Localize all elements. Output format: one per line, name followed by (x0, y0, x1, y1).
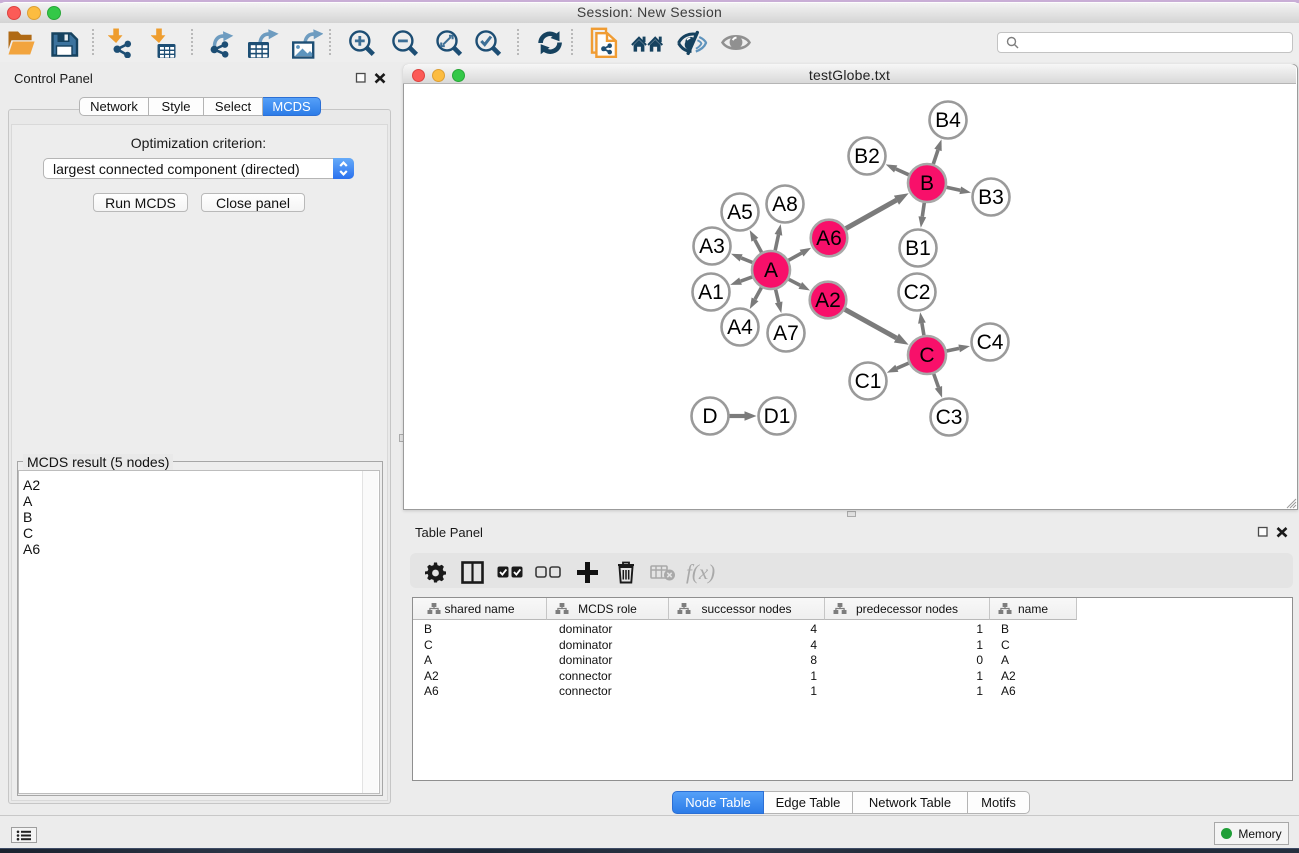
svg-text:C: C (919, 344, 934, 367)
svg-text:B2: B2 (854, 145, 880, 168)
svg-text:B: B (920, 172, 934, 195)
svg-text:B4: B4 (935, 109, 961, 132)
svg-text:A6: A6 (816, 227, 842, 250)
svg-text:B1: B1 (905, 237, 931, 260)
svg-text:A4: A4 (727, 316, 753, 339)
svg-text:A7: A7 (773, 322, 799, 345)
svg-text:A3: A3 (699, 235, 725, 258)
svg-text:B3: B3 (978, 186, 1004, 209)
svg-text:A2: A2 (815, 289, 841, 312)
svg-text:D1: D1 (764, 405, 791, 428)
svg-text:A8: A8 (772, 193, 798, 216)
svg-text:C3: C3 (936, 406, 963, 429)
svg-text:D: D (702, 405, 717, 428)
svg-text:A: A (764, 259, 778, 282)
svg-text:A5: A5 (727, 201, 753, 224)
svg-text:C2: C2 (904, 281, 931, 304)
svg-text:C4: C4 (977, 331, 1004, 354)
svg-text:A1: A1 (698, 281, 724, 304)
svg-text:C1: C1 (855, 370, 882, 393)
